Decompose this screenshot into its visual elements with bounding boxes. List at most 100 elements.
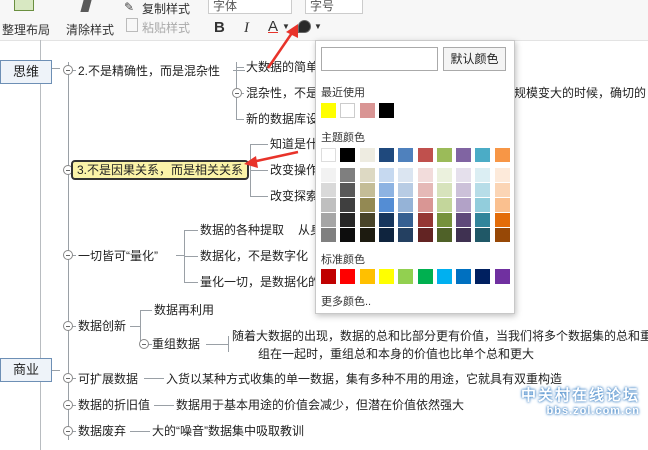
standard-color-swatch[interactable] xyxy=(456,269,472,284)
theme-color-shade-swatch[interactable] xyxy=(340,168,356,182)
theme-color-shade-swatch[interactable] xyxy=(475,213,491,227)
theme-color-shade-swatch[interactable] xyxy=(378,213,394,227)
theme-color-shade-swatch[interactable] xyxy=(378,168,394,182)
topic-data-waste[interactable]: 数据废弃 xyxy=(78,423,126,439)
theme-color-shade-swatch[interactable] xyxy=(417,228,433,242)
topic-data-reuse[interactable]: 数据再利用 xyxy=(154,302,214,318)
broom-icon[interactable] xyxy=(80,0,92,12)
theme-color-shade-swatch[interactable] xyxy=(417,198,433,212)
paste-icon[interactable] xyxy=(126,18,138,32)
collapse-toggle-icon[interactable] xyxy=(63,321,73,331)
copy-style-button[interactable]: 复制样式 xyxy=(142,0,190,17)
theme-color-shade-swatch[interactable] xyxy=(359,198,375,212)
theme-color-shade-swatch[interactable] xyxy=(359,168,375,182)
topic-big-data-simple[interactable]: 大数据的简单 xyxy=(246,59,318,75)
theme-color-shade-swatch[interactable] xyxy=(398,213,414,227)
theme-color-swatch[interactable] xyxy=(475,148,491,162)
theme-color-shade-swatch[interactable] xyxy=(378,228,394,242)
standard-color-swatch[interactable] xyxy=(475,269,491,284)
collapse-toggle-icon[interactable] xyxy=(63,65,73,75)
arrange-icon[interactable] xyxy=(14,0,34,11)
font-color-dropdown-icon[interactable]: ▼ xyxy=(282,22,290,31)
theme-color-shade-swatch[interactable] xyxy=(398,198,414,212)
recent-color-swatch[interactable] xyxy=(360,103,375,118)
topic-know-what[interactable]: 知道是什 xyxy=(270,136,318,152)
theme-color-shade-swatch[interactable] xyxy=(475,198,491,212)
theme-color-shade-swatch[interactable] xyxy=(340,213,356,227)
theme-color-shade-swatch[interactable] xyxy=(417,183,433,197)
topic-recombine-description-1[interactable]: 随着大数据的出现，数据的总和比部分更有价值，当我们将多个数据集的总和重 xyxy=(232,328,648,344)
theme-color-shade-swatch[interactable] xyxy=(417,168,433,182)
theme-color-swatch[interactable] xyxy=(321,148,336,162)
theme-color-shade-swatch[interactable] xyxy=(398,228,414,242)
theme-color-shade-swatch[interactable] xyxy=(321,183,336,197)
standard-color-swatch[interactable] xyxy=(340,269,356,284)
theme-color-shade-swatch[interactable] xyxy=(436,198,452,212)
collapse-toggle-icon[interactable] xyxy=(63,400,73,410)
theme-color-shade-swatch[interactable] xyxy=(359,213,375,227)
recent-color-swatch[interactable] xyxy=(340,103,355,118)
theme-color-shade-swatch[interactable] xyxy=(321,228,336,242)
theme-color-swatch[interactable] xyxy=(398,148,414,162)
theme-color-shade-swatch[interactable] xyxy=(359,183,375,197)
theme-color-swatch[interactable] xyxy=(378,148,394,162)
topic-new-database[interactable]: 新的数据库设 xyxy=(246,111,318,127)
theme-color-shade-swatch[interactable] xyxy=(475,168,491,182)
recent-color-swatch[interactable] xyxy=(321,103,336,118)
theme-color-shade-swatch[interactable] xyxy=(456,183,472,197)
more-colors-link[interactable]: 更多颜色.. xyxy=(321,293,371,309)
theme-color-shade-swatch[interactable] xyxy=(321,168,336,182)
theme-color-shade-swatch[interactable] xyxy=(340,183,356,197)
theme-color-shade-swatch[interactable] xyxy=(436,213,452,227)
standard-color-swatch[interactable] xyxy=(436,269,452,284)
fill-color-icon[interactable] xyxy=(298,20,311,33)
standard-color-swatch[interactable] xyxy=(378,269,394,284)
theme-color-shade-swatch[interactable] xyxy=(456,228,472,242)
fill-color-dropdown-icon[interactable]: ▼ xyxy=(314,22,322,31)
font-size-select[interactable]: 字号 xyxy=(305,0,363,14)
theme-color-shade-swatch[interactable] xyxy=(436,183,452,197)
standard-color-swatch[interactable] xyxy=(398,269,414,284)
theme-color-shade-swatch[interactable] xyxy=(456,198,472,212)
theme-color-shade-swatch[interactable] xyxy=(456,168,472,182)
default-color-button[interactable]: 默认颜色 xyxy=(443,47,506,71)
theme-color-swatch[interactable] xyxy=(456,148,472,162)
clear-style-button[interactable]: 清除样式 xyxy=(66,21,114,38)
theme-color-shade-swatch[interactable] xyxy=(436,168,452,182)
topic-data-waste-description[interactable]: 大的“噪音”数据集中吸取教训 xyxy=(152,423,304,439)
collapse-toggle-icon[interactable] xyxy=(232,88,242,98)
theme-color-shade-swatch[interactable] xyxy=(398,168,414,182)
standard-color-swatch[interactable] xyxy=(417,269,433,284)
topic-quantify[interactable]: 一切皆可“量化” xyxy=(78,248,158,264)
theme-color-shade-swatch[interactable] xyxy=(378,198,394,212)
italic-button[interactable]: I xyxy=(244,19,249,37)
category-business[interactable]: 商业 xyxy=(0,358,52,382)
theme-color-shade-swatch[interactable] xyxy=(475,183,491,197)
theme-color-shade-swatch[interactable] xyxy=(340,228,356,242)
hex-color-input[interactable] xyxy=(321,47,438,71)
topic-data-extract[interactable]: 数据的各种提取 xyxy=(200,222,284,238)
theme-color-shade-swatch[interactable] xyxy=(494,228,510,242)
theme-color-shade-swatch[interactable] xyxy=(436,228,452,242)
recent-color-swatch[interactable] xyxy=(379,103,394,118)
theme-color-shade-swatch[interactable] xyxy=(321,198,336,212)
bold-button[interactable]: B xyxy=(214,19,225,37)
topic-change-explore[interactable]: 改变探索 xyxy=(270,188,318,204)
topic-depreciation[interactable]: 数据的折旧值 xyxy=(78,397,150,413)
topic-causal-selected[interactable]: 3.不是因果关系，而是相关关系 xyxy=(71,160,250,180)
theme-color-shade-swatch[interactable] xyxy=(494,198,510,212)
theme-color-shade-swatch[interactable] xyxy=(475,228,491,242)
font-family-select[interactable]: 字体 xyxy=(208,0,292,14)
collapse-toggle-icon[interactable] xyxy=(63,426,73,436)
theme-color-shade-swatch[interactable] xyxy=(456,213,472,227)
topic-extensible-description[interactable]: 入货以某种方式收集的单一数据，集有多种不用的用途，它就具有双重构造 xyxy=(166,371,562,387)
theme-color-shade-swatch[interactable] xyxy=(359,228,375,242)
theme-color-shade-swatch[interactable] xyxy=(494,168,510,182)
brush-icon[interactable]: ✎ xyxy=(124,0,134,14)
topic-extensible-data[interactable]: 可扩展数据 xyxy=(78,371,138,387)
collapse-toggle-icon[interactable] xyxy=(63,250,73,260)
theme-color-shade-swatch[interactable] xyxy=(417,213,433,227)
collapse-toggle-icon[interactable] xyxy=(63,373,73,383)
topic-data-innovation[interactable]: 数据创新 xyxy=(78,318,126,334)
theme-color-shade-swatch[interactable] xyxy=(321,213,336,227)
